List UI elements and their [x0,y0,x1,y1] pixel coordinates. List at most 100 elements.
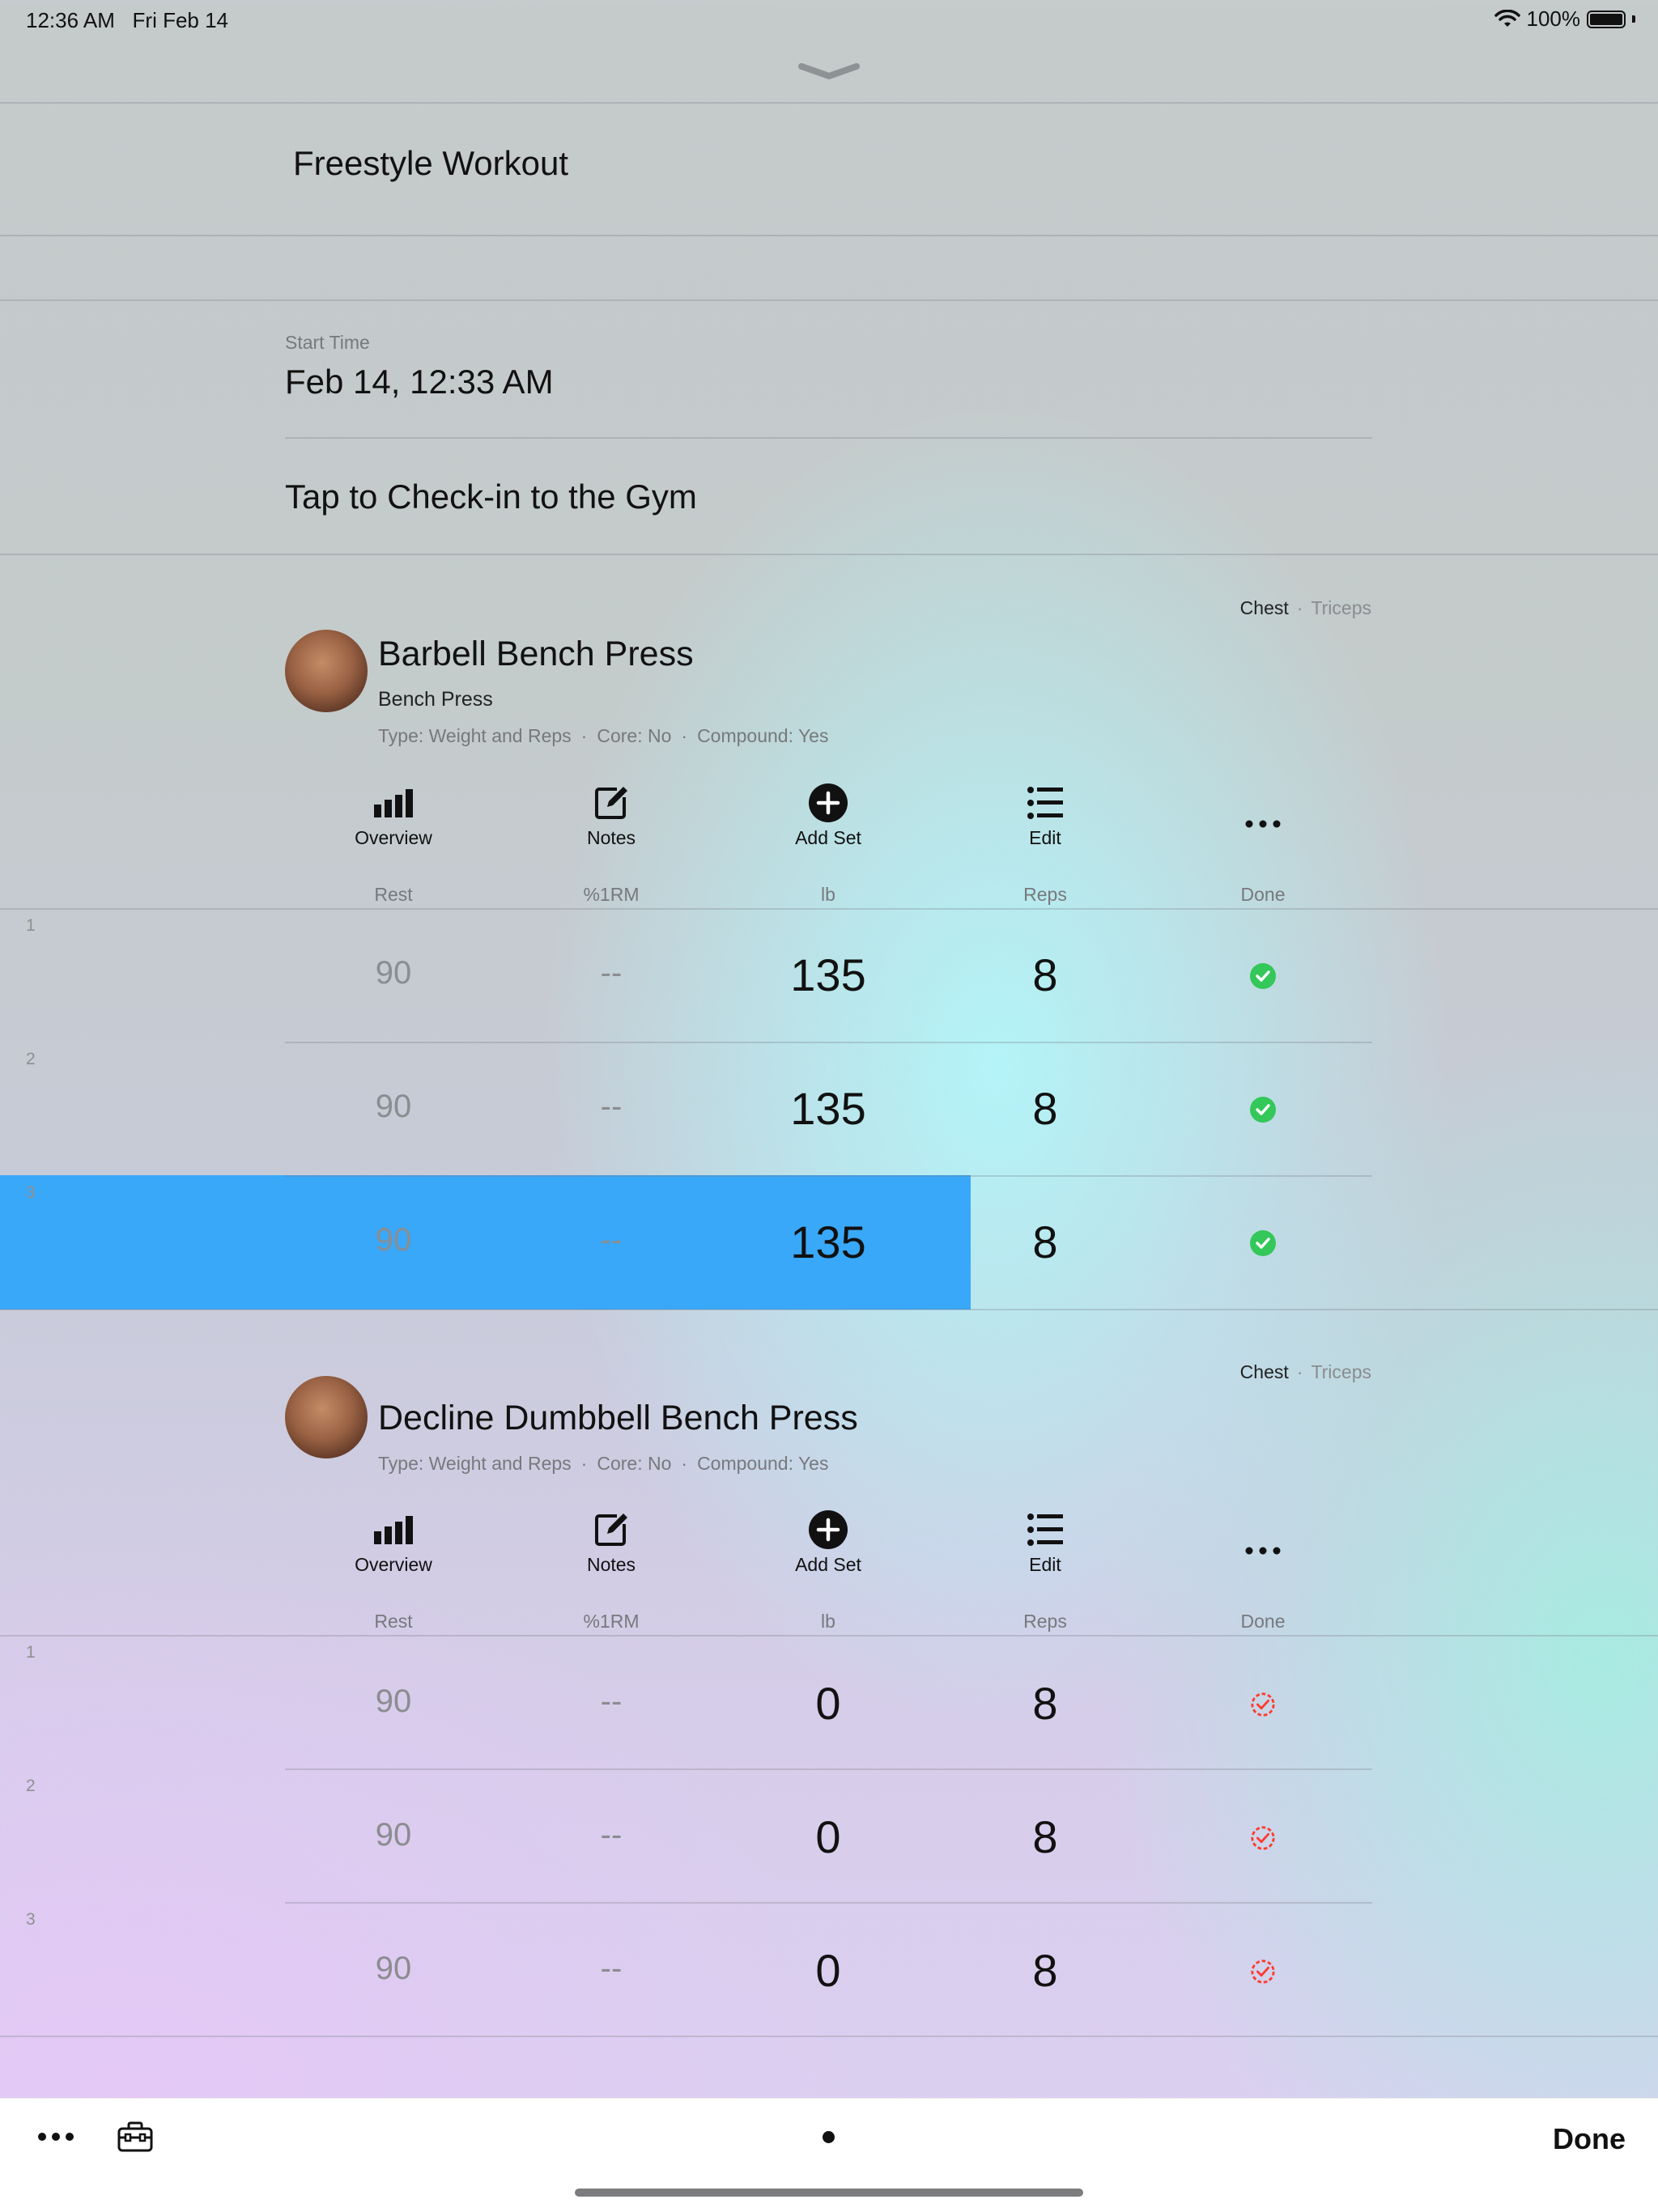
divider [285,1768,1372,1770]
wifi-icon [1494,9,1520,27]
compose-icon [595,1514,627,1546]
muscle-tags: Chest · Triceps [1239,597,1371,618]
exercise-name[interactable]: Barbell Bench Press [378,635,694,674]
ellipsis-menu-icon[interactable] [37,2132,74,2142]
set-rest[interactable]: 90 [321,1089,466,1125]
set-weight[interactable]: 0 [755,1811,901,1863]
notes-button[interactable]: Notes [538,780,684,849]
set-reps[interactable]: 8 [972,1677,1118,1730]
set-reps[interactable]: 8 [972,1082,1118,1135]
edit-button[interactable]: Edit [972,1507,1118,1576]
ellipsis-icon [1245,820,1281,828]
divider [0,102,1658,104]
add-set-button[interactable]: Add Set [755,780,901,849]
divider [0,1635,1658,1637]
set-weight[interactable]: 135 [755,1216,901,1268]
set-weight[interactable]: 135 [755,1082,901,1135]
divider [0,908,1658,910]
battery-percent: 100% [1526,6,1581,31]
set-pending-check-icon[interactable] [1250,1959,1276,1985]
divider [0,235,1658,236]
column-header-rm: %1RM [583,1611,640,1632]
column-header-rest: Rest [374,884,413,905]
divider [0,2036,1658,2037]
column-header-rm: %1RM [583,884,640,905]
column-header-reps: Reps [1023,884,1067,905]
set-weight[interactable]: 0 [755,1944,901,1997]
set-number: 3 [26,1910,36,1929]
set-done-checkmark-icon[interactable] [1250,1230,1276,1256]
exercise-meta: Type: Weight and Reps · Core: No · Compound:… [378,1453,829,1474]
add-set-button[interactable]: Add Set [755,1507,901,1576]
set-pending-check-icon[interactable] [1250,1692,1276,1717]
set-number: 1 [26,1643,36,1662]
secondary-muscle: Triceps [1311,597,1371,618]
start-time-value[interactable]: Feb 14, 12:33 AM [285,363,554,401]
start-time-label: Start Time [285,332,370,353]
list-icon [1027,787,1063,819]
set-rest[interactable]: 90 [321,1951,466,1987]
set-rm[interactable]: -- [538,1951,684,1987]
edit-button[interactable]: Edit [972,780,1118,849]
list-icon [1027,1514,1063,1546]
set-pending-check-icon[interactable] [1250,1825,1276,1851]
set-number: 2 [26,1050,36,1068]
divider [0,299,1658,301]
set-rest[interactable]: 90 [321,1817,466,1853]
exercise-subtitle: Bench Press [378,688,493,711]
set-weight[interactable]: 135 [755,949,901,1001]
exercise-meta: Type: Weight and Reps · Core: No · Compound:… [378,725,829,746]
divider [285,1042,1372,1043]
notes-button[interactable]: Notes [538,1507,684,1576]
primary-muscle: Chest [1239,1361,1289,1382]
done-button[interactable]: Done [1553,2122,1626,2156]
set-done-checkmark-icon[interactable] [1250,1097,1276,1123]
exercise-name[interactable]: Decline Dumbbell Bench Press [378,1399,858,1438]
column-header-reps: Reps [1023,1611,1067,1632]
set-number: 1 [26,916,36,935]
toolbox-icon[interactable] [117,2121,154,2153]
set-number: 3 [26,1183,36,1202]
set-reps[interactable]: 8 [972,1216,1118,1268]
column-header-weight: lb [821,884,835,905]
primary-muscle: Chest [1239,597,1289,618]
status-bar-time: 12:36 AM Fri Feb 14 [26,8,229,32]
compose-icon [595,787,627,819]
divider [0,1309,1658,1310]
set-rest[interactable]: 90 [321,1222,466,1259]
more-options-button[interactable] [1190,801,1336,847]
set-rm[interactable]: -- [538,1089,684,1125]
page-indicator-dot [823,2131,835,2143]
set-reps[interactable]: 8 [972,1811,1118,1863]
exercise-avatar[interactable] [285,1376,368,1458]
checkin-button[interactable]: Tap to Check-in to the Gym [285,478,697,516]
set-reps[interactable]: 8 [972,1944,1118,1997]
set-weight[interactable]: 0 [755,1677,901,1730]
overview-button[interactable]: Overview [321,780,466,849]
divider [285,1902,1372,1904]
set-rest[interactable]: 90 [321,1683,466,1720]
overview-button[interactable]: Overview [321,1507,466,1576]
set-rm[interactable]: -- [538,955,684,991]
workout-title[interactable]: Freestyle Workout [293,144,568,183]
bar-chart-icon [374,789,413,817]
column-header-weight: lb [821,1611,835,1632]
ellipsis-icon [1245,1547,1281,1555]
secondary-muscle: Triceps [1311,1361,1371,1382]
battery-icon [1587,10,1626,28]
plus-circle-icon [809,783,848,822]
set-done-checkmark-icon[interactable] [1250,963,1276,989]
column-header-done: Done [1240,884,1286,905]
home-indicator [575,2189,1083,2197]
dismiss-chevron-icon[interactable] [797,62,861,81]
set-rm[interactable]: -- [538,1222,684,1259]
exercise-avatar[interactable] [285,630,368,712]
set-rm[interactable]: -- [538,1683,684,1720]
divider [285,1175,1372,1177]
more-options-button[interactable] [1190,1528,1336,1573]
set-rest[interactable]: 90 [321,955,466,991]
set-reps[interactable]: 8 [972,949,1118,1001]
divider [285,437,1372,439]
bar-chart-icon [374,1516,413,1544]
set-rm[interactable]: -- [538,1817,684,1853]
